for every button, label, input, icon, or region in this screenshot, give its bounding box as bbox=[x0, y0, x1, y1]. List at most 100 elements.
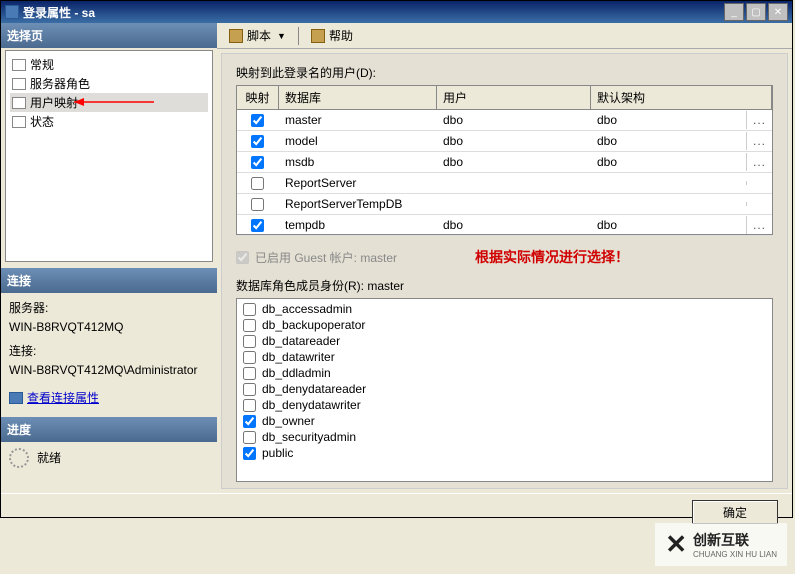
role-name: db_datareader bbox=[262, 334, 340, 348]
db-cell[interactable]: ReportServer bbox=[279, 174, 437, 192]
table-row[interactable]: masterdbodbo... bbox=[237, 110, 772, 131]
user-cell[interactable]: dbo bbox=[437, 111, 591, 129]
role-checkbox[interactable] bbox=[243, 399, 256, 412]
grid-header: 映射 数据库 用户 默认架构 bbox=[237, 86, 772, 110]
role-item[interactable]: db_securityadmin bbox=[241, 429, 768, 445]
role-checkbox[interactable] bbox=[243, 447, 256, 460]
browse-schema-button[interactable]: ... bbox=[746, 132, 772, 150]
properties-icon bbox=[9, 392, 23, 404]
minimize-button[interactable]: _ bbox=[724, 3, 744, 21]
col-schema-header[interactable]: 默认架构 bbox=[591, 86, 772, 109]
main-window: 登录属性 - sa _ ▢ ✕ 选择页 常规 服务器角色 用户映射 bbox=[0, 0, 793, 518]
page-tree: 常规 服务器角色 用户映射 状态 bbox=[5, 50, 213, 262]
schema-cell[interactable] bbox=[591, 181, 746, 185]
tree-item-user-mapping[interactable]: 用户映射 bbox=[10, 93, 208, 112]
table-row[interactable]: tempdbdbodbo... bbox=[237, 215, 772, 236]
ok-button[interactable]: 确定 bbox=[692, 500, 778, 524]
db-cell[interactable]: msdb bbox=[279, 153, 437, 171]
col-db-header[interactable]: 数据库 bbox=[279, 86, 437, 109]
view-connection-link[interactable]: 查看连接属性 bbox=[9, 389, 99, 406]
role-checkbox[interactable] bbox=[243, 367, 256, 380]
script-icon bbox=[229, 29, 243, 43]
map-checkbox[interactable] bbox=[251, 114, 264, 127]
browse-schema-button[interactable]: ... bbox=[746, 216, 772, 234]
col-map-header[interactable]: 映射 bbox=[237, 86, 279, 109]
close-button[interactable]: ✕ bbox=[768, 3, 788, 21]
user-cell[interactable] bbox=[437, 202, 591, 206]
page-icon bbox=[12, 116, 26, 128]
roles-listbox[interactable]: db_accessadmindb_backupoperatordb_datare… bbox=[236, 298, 773, 482]
role-item[interactable]: public bbox=[241, 445, 768, 461]
user-cell[interactable]: dbo bbox=[437, 216, 591, 234]
table-row[interactable]: ReportServerTempDB bbox=[237, 194, 772, 215]
role-item[interactable]: db_denydatareader bbox=[241, 381, 768, 397]
user-cell[interactable]: dbo bbox=[437, 153, 591, 171]
map-checkbox[interactable] bbox=[251, 177, 264, 190]
dropdown-icon: ▼ bbox=[277, 31, 286, 41]
watermark: ✕ 创新互联 CHUANG XIN HU LIAN bbox=[655, 523, 787, 566]
role-checkbox[interactable] bbox=[243, 415, 256, 428]
tree-item-general[interactable]: 常规 bbox=[10, 55, 208, 74]
map-checkbox[interactable] bbox=[251, 135, 264, 148]
schema-cell[interactable]: dbo bbox=[591, 216, 746, 234]
user-cell[interactable]: dbo bbox=[437, 132, 591, 150]
table-row[interactable]: ReportServer bbox=[237, 173, 772, 194]
db-cell[interactable]: tempdb bbox=[279, 216, 437, 234]
maximize-button[interactable]: ▢ bbox=[746, 3, 766, 21]
role-checkbox[interactable] bbox=[243, 351, 256, 364]
map-users-label: 映射到此登录名的用户(D): bbox=[236, 64, 773, 81]
role-item[interactable]: db_owner bbox=[241, 413, 768, 429]
schema-cell[interactable]: dbo bbox=[591, 111, 746, 129]
conn-label: 连接: bbox=[9, 342, 209, 359]
map-checkbox[interactable] bbox=[251, 156, 264, 169]
role-name: db_securityadmin bbox=[262, 430, 356, 444]
tree-label: 状态 bbox=[30, 113, 54, 130]
role-item[interactable]: db_datareader bbox=[241, 333, 768, 349]
role-name: db_ddladmin bbox=[262, 366, 331, 380]
role-checkbox[interactable] bbox=[243, 303, 256, 316]
app-icon bbox=[5, 5, 19, 19]
role-checkbox[interactable] bbox=[243, 383, 256, 396]
script-button[interactable]: 脚本 ▼ bbox=[223, 25, 292, 46]
user-mapping-grid: 映射 数据库 用户 默认架构 masterdbodbo...modeldbodb… bbox=[236, 85, 773, 235]
browse-schema-button bbox=[746, 181, 772, 185]
guest-label: 已启用 Guest 帐户: master bbox=[255, 249, 397, 266]
role-item[interactable]: db_denydatawriter bbox=[241, 397, 768, 413]
db-cell[interactable]: ReportServerTempDB bbox=[279, 195, 437, 213]
help-button[interactable]: 帮助 bbox=[305, 25, 359, 46]
tree-item-status[interactable]: 状态 bbox=[10, 112, 208, 131]
db-cell[interactable]: master bbox=[279, 111, 437, 129]
tree-item-server-roles[interactable]: 服务器角色 bbox=[10, 74, 208, 93]
annotation-text: 根据实际情况进行选择！ bbox=[475, 247, 629, 267]
role-item[interactable]: db_accessadmin bbox=[241, 301, 768, 317]
browse-schema-button[interactable]: ... bbox=[746, 153, 772, 171]
server-label: 服务器: bbox=[9, 299, 209, 316]
role-item[interactable]: db_backupoperator bbox=[241, 317, 768, 333]
user-cell[interactable] bbox=[437, 181, 591, 185]
watermark-logo-icon: ✕ bbox=[665, 529, 687, 560]
schema-cell[interactable] bbox=[591, 202, 746, 206]
role-item[interactable]: db_datawriter bbox=[241, 349, 768, 365]
role-checkbox[interactable] bbox=[243, 335, 256, 348]
schema-cell[interactable]: dbo bbox=[591, 153, 746, 171]
role-item[interactable]: db_ddladmin bbox=[241, 365, 768, 381]
map-checkbox[interactable] bbox=[251, 219, 264, 232]
toolbar: 脚本 ▼ 帮助 bbox=[217, 23, 792, 49]
help-icon bbox=[311, 29, 325, 43]
browse-schema-button[interactable]: ... bbox=[746, 111, 772, 129]
table-row[interactable]: modeldbodbo... bbox=[237, 131, 772, 152]
col-user-header[interactable]: 用户 bbox=[437, 86, 591, 109]
map-checkbox[interactable] bbox=[251, 198, 264, 211]
schema-cell[interactable]: dbo bbox=[591, 132, 746, 150]
server-value: WIN-B8RVQT412MQ bbox=[9, 320, 209, 334]
page-icon bbox=[12, 97, 26, 109]
content-area: 映射到此登录名的用户(D): 映射 数据库 用户 默认架构 masterdbod… bbox=[221, 53, 788, 489]
role-name: db_accessadmin bbox=[262, 302, 352, 316]
table-row[interactable]: msdbdbodbo... bbox=[237, 152, 772, 173]
db-cell[interactable]: model bbox=[279, 132, 437, 150]
role-checkbox[interactable] bbox=[243, 319, 256, 332]
role-checkbox[interactable] bbox=[243, 431, 256, 444]
role-name: db_owner bbox=[262, 414, 315, 428]
tree-label: 服务器角色 bbox=[30, 75, 90, 92]
arrow-annotation-icon bbox=[74, 96, 164, 110]
